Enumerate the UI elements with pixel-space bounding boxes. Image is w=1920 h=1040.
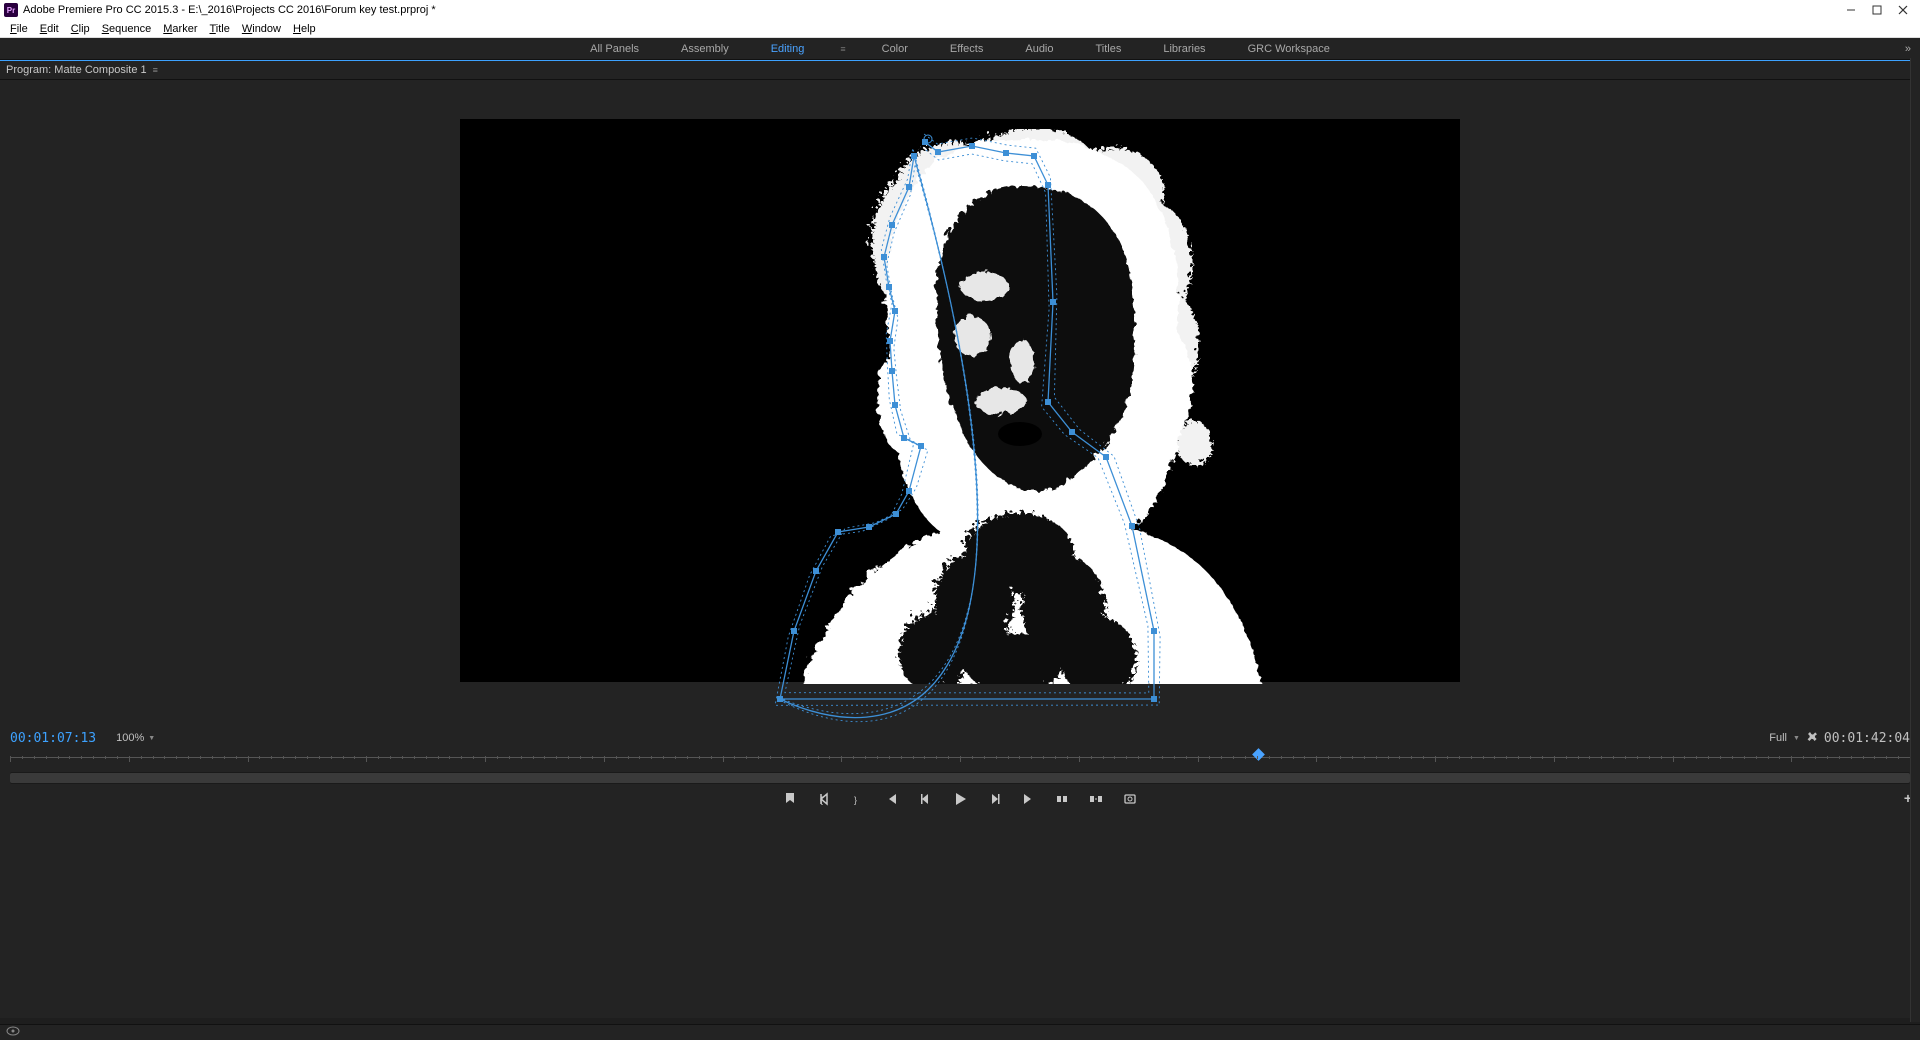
settings-icon[interactable] xyxy=(1806,731,1818,746)
workspace-tabs: All Panels Assembly Editing ≡ Color Effects Au… xyxy=(0,38,1920,60)
time-ruler[interactable] xyxy=(10,750,1910,768)
workspace-tab-editing[interactable]: Editing xyxy=(765,39,811,59)
menubar: FileEditClipSequenceMarkerTitleWindowHel… xyxy=(0,20,1920,38)
window-titlebar: Pr Adobe Premiere Pro CC 2015.3 - E:\_20… xyxy=(0,0,1920,20)
workspace-tab-effects[interactable]: Effects xyxy=(944,39,989,59)
program-monitor-panel: 00:01:07:13 100% ▼ Full ▼ 00:01:42:04 {}… xyxy=(0,80,1920,1018)
maximize-button[interactable] xyxy=(1864,1,1890,19)
workspace-tab-color[interactable]: Color xyxy=(876,39,914,59)
workspace-tab-grc-workspace[interactable]: GRC Workspace xyxy=(1242,39,1336,59)
extract-button[interactable] xyxy=(1087,790,1105,808)
status-bar xyxy=(0,1024,1920,1040)
menu-marker[interactable]: Marker xyxy=(157,23,203,35)
step-forward-button[interactable] xyxy=(985,790,1003,808)
workspace-tab-titles[interactable]: Titles xyxy=(1090,39,1128,59)
in-point-button[interactable]: { xyxy=(815,790,833,808)
status-icon xyxy=(6,1026,20,1039)
video-frame xyxy=(460,119,1460,682)
panel-menu-icon[interactable]: ≡ xyxy=(153,65,158,75)
minimize-button[interactable] xyxy=(1838,1,1864,19)
playback-resolution[interactable]: Full xyxy=(1769,732,1787,744)
playhead[interactable] xyxy=(1252,748,1265,761)
monitor-viewport[interactable] xyxy=(0,80,1920,720)
export-frame-button[interactable] xyxy=(1121,790,1139,808)
matte-subject xyxy=(720,129,1300,684)
mask-vertex[interactable] xyxy=(1151,696,1157,702)
marker-button[interactable] xyxy=(781,790,799,808)
mask-vertex[interactable] xyxy=(777,696,783,702)
workspace-tab-audio[interactable]: Audio xyxy=(1019,39,1059,59)
program-panel-title: Program: Matte Composite 1 xyxy=(6,64,147,76)
out-point-button[interactable]: } xyxy=(849,790,867,808)
menu-help[interactable]: Help xyxy=(287,23,322,35)
workspace-overflow-button[interactable]: » xyxy=(1905,43,1910,55)
total-timecode: 00:01:42:04 xyxy=(1824,731,1910,746)
lift-button[interactable] xyxy=(1053,790,1071,808)
goto-in-button[interactable] xyxy=(883,790,901,808)
timeline-scrollbar[interactable] xyxy=(10,772,1910,784)
resolution-dropdown-icon[interactable]: ▼ xyxy=(1793,735,1800,742)
step-back-button[interactable] xyxy=(917,790,935,808)
menu-clip[interactable]: Clip xyxy=(65,23,96,35)
app-icon: Pr xyxy=(4,3,18,17)
transport-controls: {} xyxy=(0,788,1920,810)
menu-window[interactable]: Window xyxy=(236,23,287,35)
menu-file[interactable]: File xyxy=(4,23,34,35)
window-title: Adobe Premiere Pro CC 2015.3 - E:\_2016\… xyxy=(23,4,1838,16)
zoom-level[interactable]: 100% xyxy=(116,732,144,744)
current-timecode[interactable]: 00:01:07:13 xyxy=(10,731,96,746)
workspace-tab-libraries[interactable]: Libraries xyxy=(1157,39,1211,59)
play-button[interactable] xyxy=(951,790,969,808)
workspace-tab-assembly[interactable]: Assembly xyxy=(675,39,735,59)
menu-edit[interactable]: Edit xyxy=(34,23,65,35)
menu-title[interactable]: Title xyxy=(203,23,235,35)
svg-text:}: } xyxy=(854,795,857,805)
workspace-tab-all-panels[interactable]: All Panels xyxy=(584,39,645,59)
menu-sequence[interactable]: Sequence xyxy=(96,23,158,35)
close-button[interactable] xyxy=(1890,1,1916,19)
panel-border-right xyxy=(1910,58,1920,1022)
monitor-info-bar: 00:01:07:13 100% ▼ Full ▼ 00:01:42:04 xyxy=(0,728,1920,748)
goto-out-button[interactable] xyxy=(1019,790,1037,808)
zoom-dropdown-icon[interactable]: ▼ xyxy=(148,735,155,742)
scrollbar-thumb[interactable] xyxy=(10,773,1910,783)
program-panel-header: Program: Matte Composite 1 ≡ xyxy=(0,60,1920,80)
svg-text:{: { xyxy=(820,795,823,805)
workspace-menu-icon[interactable]: ≡ xyxy=(840,44,845,54)
